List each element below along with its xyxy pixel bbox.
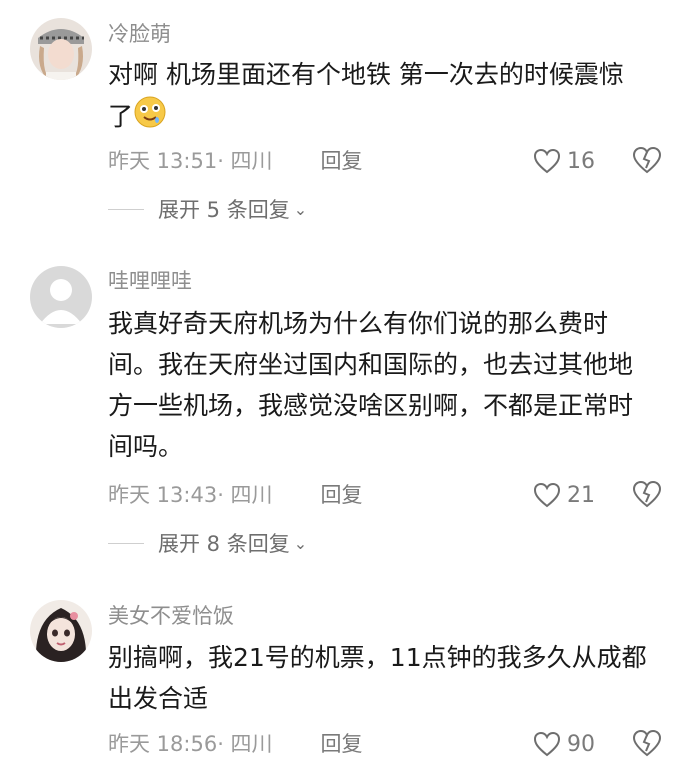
timestamp-location: 昨天 13:43· 四川 bbox=[108, 483, 273, 507]
username[interactable]: 美女不爱恰饭 bbox=[108, 603, 234, 629]
expand-replies-label: 展开 5 条回复 bbox=[158, 198, 290, 222]
reply-button[interactable]: 回复 bbox=[321, 483, 363, 507]
drooling-face-emoji-icon bbox=[133, 95, 167, 141]
expand-replies-button[interactable]: 展开 5 条回复 ⌄ bbox=[108, 196, 307, 222]
timestamp-location: 昨天 13:51· 四川 bbox=[108, 149, 273, 173]
comment-text-body: 对啊 机场里面还有个地铁 第一次去的时候震惊 了 bbox=[108, 60, 624, 131]
reply-button[interactable]: 回复 bbox=[321, 732, 363, 756]
like-button[interactable]: 21 bbox=[533, 481, 595, 509]
divider bbox=[108, 542, 144, 544]
comment-text: 我真好奇天府机场为什么有你们说的那么费时 间。我在天府坐过国内和国际的，也去过其… bbox=[108, 309, 634, 461]
broken-heart-icon bbox=[632, 729, 662, 757]
comment-meta: 昨天 13:43· 四川 回复 bbox=[108, 482, 363, 508]
broken-heart-icon bbox=[632, 146, 662, 174]
chevron-down-icon: ⌄ bbox=[293, 199, 308, 219]
like-count: 90 bbox=[567, 731, 595, 757]
username[interactable]: 哇哩哩哇 bbox=[108, 268, 192, 294]
broken-heart-icon bbox=[632, 480, 662, 508]
username[interactable]: 冷脸萌 bbox=[108, 21, 171, 47]
avatar[interactable] bbox=[30, 266, 92, 328]
divider bbox=[108, 208, 144, 210]
heart-icon bbox=[533, 148, 561, 174]
like-button[interactable]: 90 bbox=[533, 730, 595, 758]
dislike-button[interactable] bbox=[632, 480, 662, 510]
heart-icon bbox=[533, 482, 561, 508]
like-count: 16 bbox=[567, 148, 595, 174]
comment-meta: 昨天 18:56· 四川 回复 bbox=[108, 731, 363, 757]
like-count: 21 bbox=[567, 482, 595, 508]
dislike-button[interactable] bbox=[632, 729, 662, 759]
avatar[interactable] bbox=[30, 18, 92, 80]
reply-button[interactable]: 回复 bbox=[321, 149, 363, 173]
heart-icon bbox=[533, 731, 561, 757]
comment-text: 别搞啊，我21号的机票，11点钟的我多久从成都 出发合适 bbox=[108, 643, 647, 713]
timestamp-location: 昨天 18:56· 四川 bbox=[108, 732, 273, 756]
expand-replies-label: 展开 8 条回复 bbox=[158, 532, 290, 556]
dislike-button[interactable] bbox=[632, 146, 662, 176]
expand-replies-button[interactable]: 展开 8 条回复 ⌄ bbox=[108, 530, 307, 556]
comment-text: 对啊 机场里面还有个地铁 第一次去的时候震惊 了 bbox=[108, 54, 668, 141]
chevron-down-icon: ⌄ bbox=[293, 533, 308, 553]
avatar[interactable] bbox=[30, 600, 92, 662]
comment-meta: 昨天 13:51· 四川 回复 bbox=[108, 148, 363, 174]
like-button[interactable]: 16 bbox=[533, 147, 595, 175]
